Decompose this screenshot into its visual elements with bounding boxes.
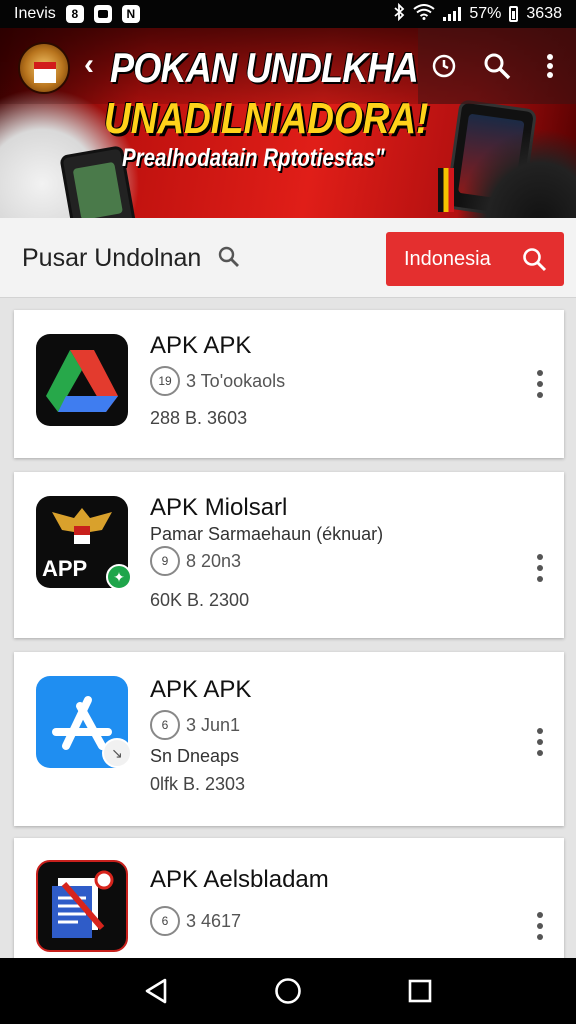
notification-icon: 8: [65, 5, 84, 23]
app-name: APK APK: [150, 332, 252, 359]
app-logo: [18, 42, 70, 94]
region-search-button[interactable]: Indonesia: [386, 232, 564, 286]
search-icon[interactable]: [218, 246, 240, 273]
document-icon: [36, 860, 128, 952]
app-name: APK Miolsarl: [150, 494, 288, 521]
overflow-menu-icon[interactable]: [533, 49, 567, 83]
installed-badge-icon: ✦: [106, 564, 132, 590]
more-options-icon[interactable]: [534, 728, 546, 756]
wifi-icon: [413, 3, 435, 25]
update-badge-icon: ↘: [102, 738, 132, 768]
home-nav-icon[interactable]: [268, 971, 308, 1011]
app-size: 60K B. 2300: [150, 590, 250, 610]
search-icon: [523, 248, 547, 272]
app-meta: 19 3 To'ookaols: [150, 366, 285, 396]
rating-badge: 9: [150, 546, 180, 576]
app-meta-text: 3 To'ookaols: [186, 370, 286, 391]
battery-percent: 57%: [469, 5, 502, 22]
toolbar-actions: [418, 28, 576, 104]
app-meta: 6 3 4617: [150, 906, 241, 936]
more-options-icon[interactable]: [534, 912, 546, 940]
system-navigation-bar: [0, 958, 576, 1024]
app-size: 288 B. 3603: [150, 408, 248, 428]
drive-icon: [36, 334, 128, 426]
more-options-icon[interactable]: [534, 370, 546, 398]
app-description: Pamar Sarmaehaun (éknuar): [150, 524, 384, 544]
app-name: APK Aelsbladam: [150, 866, 329, 893]
list-item[interactable]: APP ✦ APK Miolsarl Pamar Sarmaehaun (ékn…: [14, 472, 564, 638]
signal-icon: [443, 7, 462, 21]
app-name: APK APK: [150, 676, 252, 703]
search-icon[interactable]: [480, 49, 514, 83]
banner-flag-decoration: [438, 168, 454, 212]
banner-tagline: Prealhodatain Rptotiestas": [122, 144, 385, 172]
app-meta: 9 8 20n3: [150, 546, 241, 576]
list-item[interactable]: APK APK 19 3 To'ookaols 288 B. 3603: [14, 310, 564, 458]
region-button-label: Indonesia: [404, 247, 491, 270]
search-section: Pusar Undolnan Indonesia: [0, 218, 576, 298]
app-meta-text: 3 4617: [186, 910, 242, 931]
list-item[interactable]: APK Aelsbladam 6 3 4617: [14, 838, 564, 978]
carrier-label: Inevis: [14, 5, 56, 22]
banner-phone-image-right: [444, 99, 538, 218]
clock: 3638: [526, 5, 562, 22]
status-bar: Inevis 8 N 57% 3638: [0, 0, 576, 28]
app-meta: 6 3 Jun1: [150, 710, 240, 740]
app-description: Sn Dneaps: [150, 746, 240, 766]
list-item[interactable]: ↘ APK APK 6 3 Jun1 Sn Dneaps 0lfk B. 230…: [14, 652, 564, 826]
back-nav-icon[interactable]: [136, 971, 176, 1011]
bluetooth-icon: [393, 2, 405, 26]
rating-badge: 6: [150, 710, 180, 740]
more-options-icon[interactable]: [534, 554, 546, 582]
promo-banner[interactable]: ‹ POKAN UNDLKHA UNADILNIADORA! Prealhoda…: [0, 28, 576, 218]
app-size: 0lfk B. 2303: [150, 774, 246, 794]
banner-title: POKAN UNDLKHA: [110, 44, 419, 91]
app-meta-text: 3 Jun1: [186, 714, 241, 735]
recents-nav-icon[interactable]: [400, 971, 440, 1011]
rating-badge: 19: [150, 366, 180, 396]
news-icon: N: [121, 5, 140, 23]
search-label[interactable]: Pusar Undolnan: [22, 244, 201, 273]
history-icon[interactable]: [427, 49, 461, 83]
message-icon: [93, 5, 112, 23]
battery-icon: [509, 6, 519, 22]
banner-subtitle: UNADILNIADORA!: [104, 94, 429, 143]
rating-badge: 6: [150, 906, 180, 936]
app-icon-label: APP: [42, 556, 88, 581]
back-icon[interactable]: ‹: [84, 48, 94, 82]
app-meta-text: 8 20n3: [186, 550, 242, 571]
